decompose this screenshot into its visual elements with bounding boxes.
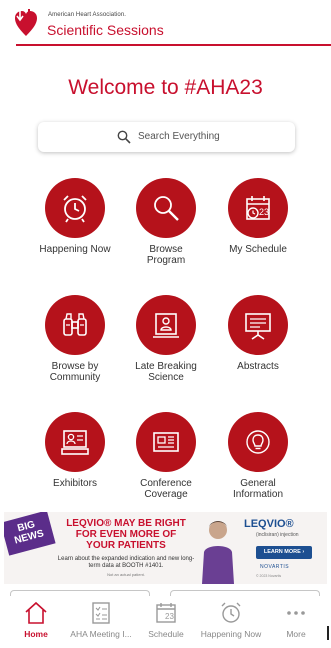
- svg-text:23: 23: [165, 612, 174, 621]
- tab-label: More: [286, 629, 306, 639]
- app-header: American Heart Association. Scientific S…: [0, 0, 331, 46]
- tab-happening-now[interactable]: Happening Now: [198, 600, 264, 639]
- ad-headline-line: YOUR PATIENTS: [86, 540, 166, 551]
- tile-label: Browse by Community: [49, 361, 101, 383]
- tile-conference-coverage[interactable]: Conference Coverage: [121, 412, 211, 500]
- tab-label: AHA Meeting I...: [70, 629, 132, 639]
- patient-photo-icon: [202, 521, 234, 584]
- tile-my-schedule[interactable]: 23 My Schedule: [213, 178, 303, 255]
- easel-chart-icon: [245, 313, 271, 340]
- tile-my-schedule-circle[interactable]: 23: [228, 178, 288, 238]
- tab-more[interactable]: More: [263, 600, 329, 639]
- search-icon: [117, 130, 131, 144]
- ad-copyright: © 2023 Novartis: [256, 574, 282, 578]
- header-divider: [16, 44, 331, 46]
- tile-browse-program[interactable]: Browse Program: [121, 178, 211, 266]
- ad-body: Learn about the expanded indication and …: [57, 556, 195, 569]
- tile-general-information[interactable]: General Information: [213, 412, 303, 500]
- tile-conference-coverage-circle[interactable]: [136, 412, 196, 472]
- search-input[interactable]: Search Everything: [38, 122, 295, 152]
- org-name: American Heart Association.: [48, 12, 127, 18]
- screen-edge-mark: [327, 626, 329, 640]
- tile-browse-community-circle[interactable]: [45, 295, 105, 355]
- binoculars-icon: [63, 313, 87, 336]
- big-news-badge: BIG NEWS: [4, 512, 56, 556]
- tile-label: My Schedule: [229, 244, 287, 255]
- tile-late-breaking-science[interactable]: Late Breaking Science: [121, 295, 211, 383]
- tile-label: General Information: [232, 478, 284, 500]
- tile-label: Browse Program: [146, 244, 186, 266]
- calendar-icon: 23: [156, 603, 176, 623]
- tab-label: Happening Now: [200, 629, 262, 639]
- tile-label: Happening Now: [39, 244, 111, 255]
- tile-happening-now[interactable]: Happening Now: [30, 178, 120, 255]
- ad-footnote: Not an actual patient.: [107, 572, 145, 577]
- tile-exhibitors[interactable]: Exhibitors: [30, 412, 120, 489]
- alarm-clock-icon: [63, 195, 87, 223]
- event-name: Scientific Sessions: [47, 22, 164, 38]
- tile-abstracts-circle[interactable]: [228, 295, 288, 355]
- tab-aha-meeting[interactable]: AHA Meeting I...: [68, 600, 134, 639]
- tile-abstracts[interactable]: Abstracts: [213, 295, 303, 372]
- tile-label: Exhibitors: [53, 478, 97, 489]
- sponsor-name: NOVARTIS: [260, 564, 290, 570]
- ad-headline: LEQVIO® MAY BE RIGHT FOR EVEN MORE OF YO…: [56, 518, 196, 551]
- tab-label: Schedule: [148, 629, 184, 639]
- tile-browse-program-circle[interactable]: [136, 178, 196, 238]
- ad-headline-line: FOR EVEN MORE OF: [75, 529, 177, 540]
- tile-browse-community[interactable]: Browse by Community: [30, 295, 120, 383]
- ad-headline-line: LEQVIO® MAY BE RIGHT: [66, 518, 186, 529]
- tab-home[interactable]: Home: [3, 600, 69, 639]
- tile-general-information-circle[interactable]: [228, 412, 288, 472]
- tile-exhibitors-circle[interactable]: [45, 412, 105, 472]
- checklist-icon: [92, 602, 110, 624]
- tile-label: Conference Coverage: [140, 478, 192, 500]
- tile-label: Abstracts: [237, 361, 279, 372]
- leqvio-logo: LEQVIO®: [244, 518, 294, 530]
- tab-label: Home: [24, 629, 48, 639]
- page-title: Welcome to #AHA23: [68, 76, 263, 99]
- newspaper-icon: [153, 432, 179, 452]
- aha-logo-icon: [15, 9, 37, 36]
- tile-label: Late Breaking Science: [135, 361, 197, 383]
- tile-happening-now-circle[interactable]: [45, 178, 105, 238]
- leqvio-subtitle: (inclisiran) injection: [256, 532, 299, 538]
- presenter-board-icon: [153, 313, 179, 338]
- ad-banner[interactable]: BIG NEWS LEQVIO® MAY BE RIGHT FOR EVEN M…: [4, 512, 327, 584]
- alarm-clock-icon: [221, 602, 241, 623]
- lightbulb-icon: [246, 430, 270, 454]
- svg-text:23: 23: [259, 207, 269, 217]
- tile-late-breaking-science-circle[interactable]: [136, 295, 196, 355]
- bottom-tab-bar: Home AHA Meeting I... 23 Schedule Happen…: [0, 596, 331, 648]
- calendar-clock-icon: 23: [246, 196, 270, 220]
- tab-schedule[interactable]: 23 Schedule: [133, 600, 199, 639]
- more-dots-icon: [287, 611, 305, 615]
- exhibitor-booth-icon: [61, 430, 89, 455]
- learn-more-button[interactable]: LEARN MORE ›: [256, 546, 312, 559]
- search-placeholder: Search Everything: [138, 131, 220, 142]
- home-icon: [25, 601, 47, 624]
- magnifier-icon: [154, 196, 179, 221]
